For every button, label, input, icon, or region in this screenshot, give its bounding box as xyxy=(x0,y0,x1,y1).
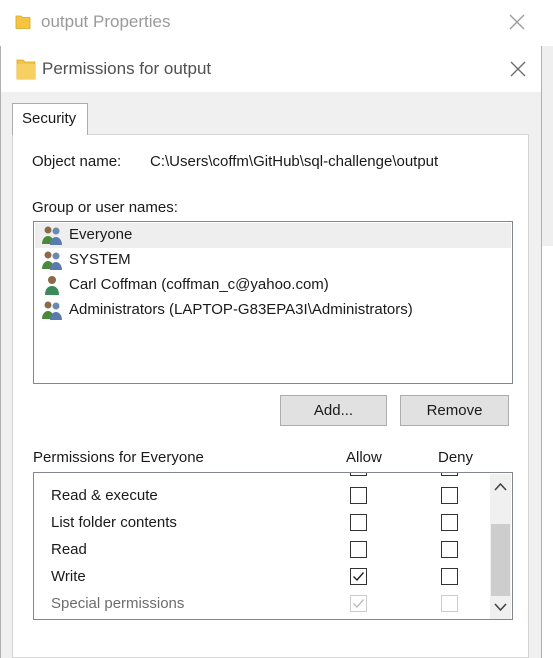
deny-checkbox xyxy=(441,473,458,476)
close-icon[interactable] xyxy=(510,61,526,77)
user-icon xyxy=(45,276,59,295)
deny-checkbox xyxy=(441,595,458,612)
group-icon xyxy=(42,226,62,245)
permission-name: List folder contents xyxy=(51,514,177,531)
allow-checkbox[interactable] xyxy=(350,487,367,504)
user-name: Administrators (LAPTOP-G83EPA3I\Administ… xyxy=(69,301,413,318)
list-item[interactable]: Everyone xyxy=(35,223,511,248)
object-name-label: Object name: xyxy=(32,153,122,170)
checkmark-icon xyxy=(353,572,365,582)
background-properties-window: output Properties xyxy=(0,0,553,47)
group-user-list[interactable]: Everyone SYSTEM Carl Coffman (coffman_c@… xyxy=(33,221,513,384)
group-icon xyxy=(42,251,62,270)
deny-checkbox[interactable] xyxy=(441,541,458,558)
allow-checkbox xyxy=(350,595,367,612)
permissions-dialog: Permissions for output Security Object n… xyxy=(0,46,542,658)
dialog-titlebar: Permissions for output xyxy=(1,46,541,92)
group-icon xyxy=(42,301,62,320)
add-button[interactable]: Add... xyxy=(280,395,387,426)
permission-row: Read & execute xyxy=(34,483,484,510)
tab-label: Security xyxy=(22,110,77,127)
group-names-label: Group or user names: xyxy=(32,199,178,216)
permissions-for-label: Permissions for Everyone xyxy=(33,449,204,466)
permission-name: Read & execute xyxy=(51,487,158,504)
list-item[interactable]: Administrators (LAPTOP-G83EPA3I\Administ… xyxy=(35,298,511,323)
chevron-down-icon[interactable] xyxy=(494,602,507,612)
user-name: Carl Coffman (coffman_c@yahoo.com) xyxy=(69,276,329,293)
allow-column-header: Allow xyxy=(346,449,382,466)
checkmark-icon xyxy=(353,599,365,609)
deny-checkbox[interactable] xyxy=(441,514,458,531)
permission-row: Write xyxy=(34,564,484,591)
permission-name: Read xyxy=(51,541,87,558)
user-name: SYSTEM xyxy=(69,251,131,268)
permission-row: List folder contents xyxy=(34,510,484,537)
allow-checkbox[interactable] xyxy=(350,541,367,558)
permissions-scrollbar[interactable] xyxy=(490,474,511,619)
folder-icon xyxy=(15,15,31,29)
deny-column-header: Deny xyxy=(438,449,474,466)
permission-name: Write xyxy=(51,568,86,585)
list-item[interactable]: Carl Coffman (coffman_c@yahoo.com) xyxy=(35,273,511,298)
permission-row: Special permissions xyxy=(34,591,484,618)
object-name-value: C:\Users\coffm\GitHub\sql-challenge\outp… xyxy=(150,153,439,170)
allow-checkbox xyxy=(350,473,367,476)
back-window-title: output Properties xyxy=(41,12,171,31)
permission-name: Special permissions xyxy=(51,595,185,612)
tab-security[interactable]: Security xyxy=(12,103,88,135)
scroll-thumb[interactable] xyxy=(491,524,510,596)
permission-row: Read xyxy=(34,537,484,564)
user-name: Everyone xyxy=(69,226,133,243)
allow-checkbox[interactable] xyxy=(350,514,367,531)
permissions-list[interactable]: Read & execute List folder contents Read… xyxy=(33,472,513,620)
close-icon[interactable] xyxy=(509,14,525,30)
remove-button[interactable]: Remove xyxy=(400,395,509,426)
deny-checkbox[interactable] xyxy=(441,487,458,504)
dialog-title: Permissions for output xyxy=(42,59,212,78)
folder-icon xyxy=(16,59,36,80)
chevron-up-icon[interactable] xyxy=(494,482,507,492)
allow-checkbox[interactable] xyxy=(350,568,367,585)
list-item xyxy=(34,473,484,482)
deny-checkbox[interactable] xyxy=(441,568,458,585)
list-item[interactable]: SYSTEM xyxy=(35,248,511,273)
